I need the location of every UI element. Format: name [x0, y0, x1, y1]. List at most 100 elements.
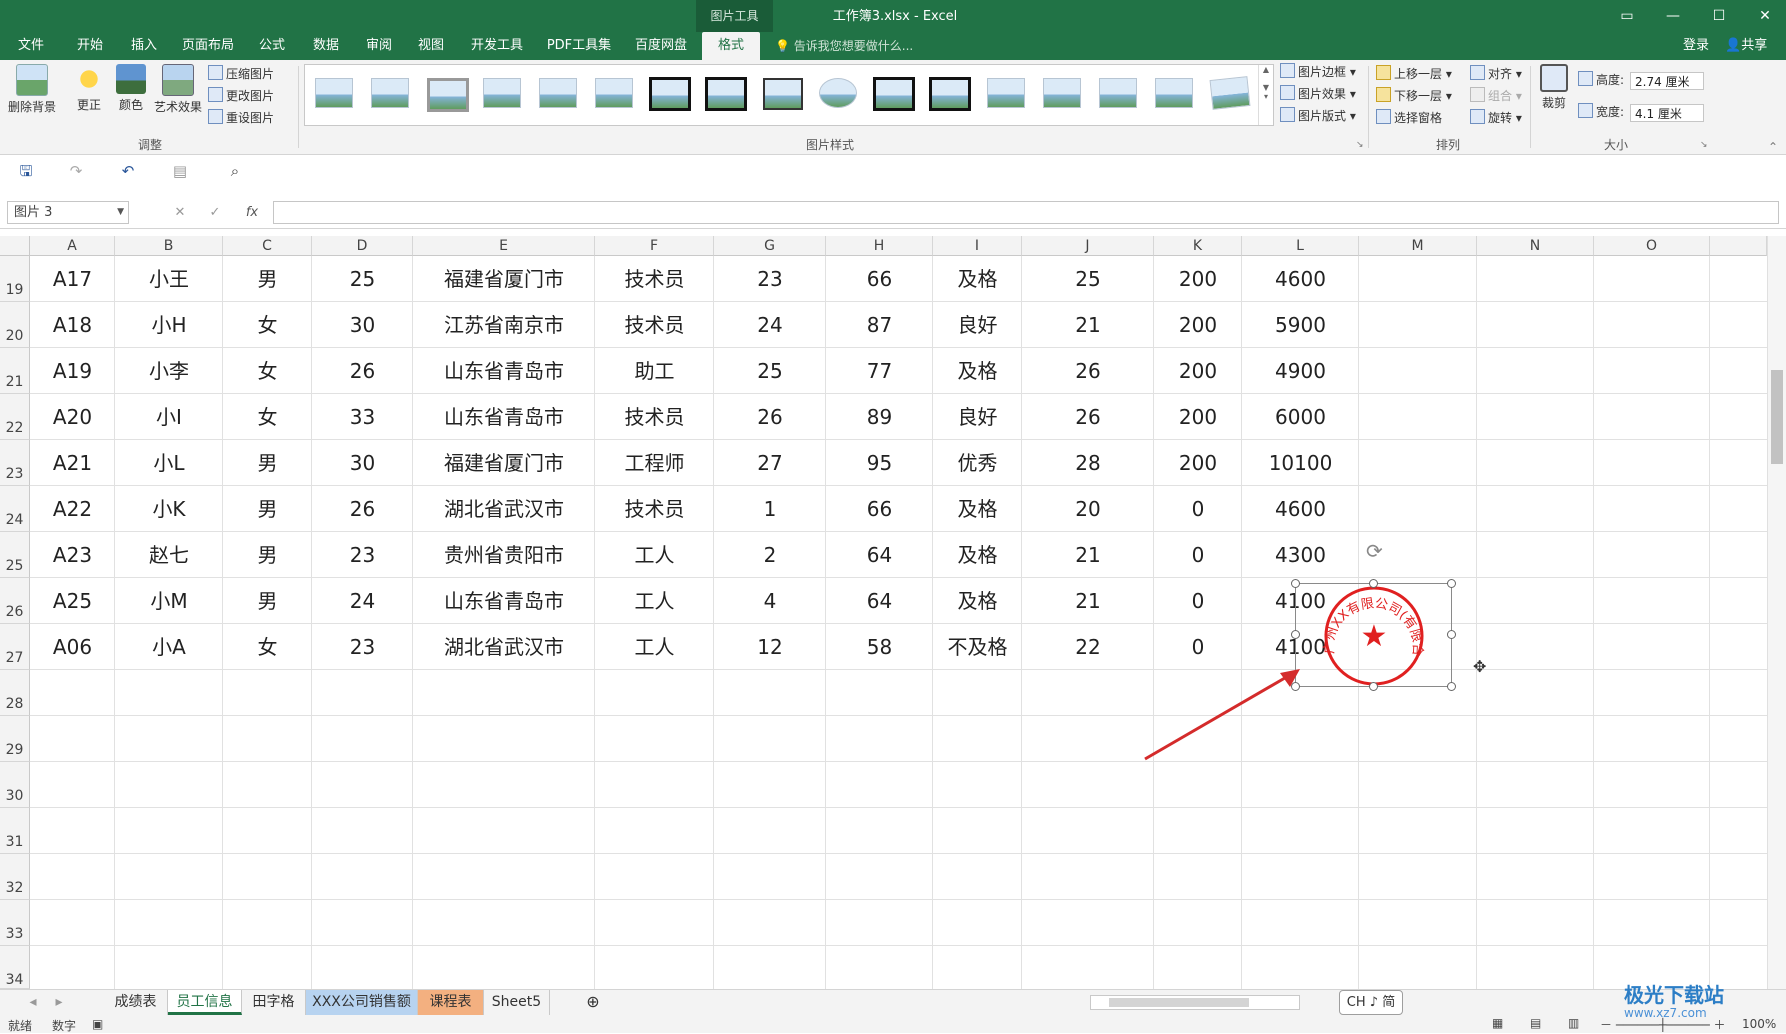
redo-icon[interactable]: ↷	[66, 161, 86, 181]
column-header-m[interactable]: M	[1359, 236, 1477, 256]
picture-style-11[interactable]	[871, 74, 915, 112]
cell-a-23[interactable]: A21	[30, 440, 115, 486]
cell-l-20[interactable]: 5900	[1242, 302, 1359, 348]
cell-f-26[interactable]: 工人	[595, 578, 714, 624]
resize-handle-right[interactable]	[1447, 630, 1456, 639]
cell-d-23[interactable]: 30	[312, 440, 413, 486]
horizontal-scroll-thumb[interactable]	[1109, 998, 1249, 1007]
cell-a-21[interactable]: A19	[30, 348, 115, 394]
picture-style-5[interactable]	[535, 74, 579, 112]
cell-j-25[interactable]: 21	[1022, 532, 1154, 578]
sheet-tab-schedule[interactable]: 课程表	[418, 990, 484, 1015]
cell-e-23[interactable]: 福建省厦门市	[413, 440, 595, 486]
resize-handle-left[interactable]	[1291, 630, 1300, 639]
cell-c-19[interactable]: 男	[223, 256, 312, 302]
cell-a-22[interactable]: A20	[30, 394, 115, 440]
column-header-o[interactable]: O	[1594, 236, 1710, 256]
cell-a-26[interactable]: A25	[30, 578, 115, 624]
row-header[interactable]: 20	[0, 302, 30, 348]
resize-handle-top-right[interactable]	[1447, 579, 1456, 588]
cell-g-21[interactable]: 25	[714, 348, 826, 394]
column-header-k[interactable]: K	[1154, 236, 1242, 256]
tab-review[interactable]: 审阅	[359, 32, 399, 60]
page-break-view-icon[interactable]: ▥	[1568, 1016, 1579, 1030]
cell-i-23[interactable]: 优秀	[933, 440, 1022, 486]
gallery-scroll[interactable]: ▲ ▼ ▾	[1258, 65, 1273, 125]
picture-style-12[interactable]	[927, 74, 971, 112]
cell-e-27[interactable]: 湖北省武汉市	[413, 624, 595, 670]
cell-g-20[interactable]: 24	[714, 302, 826, 348]
cell-c-27[interactable]: 女	[223, 624, 312, 670]
tab-developer[interactable]: 开发工具	[465, 32, 529, 60]
sheet-tab-employee-info[interactable]: 员工信息	[168, 990, 242, 1015]
insert-function-button[interactable]: fx	[240, 201, 264, 224]
cell-h-26[interactable]: 64	[826, 578, 933, 624]
picture-style-6[interactable]	[591, 74, 635, 112]
picture-style-9[interactable]	[759, 74, 803, 112]
tab-pdf-tools[interactable]: PDF工具集	[544, 32, 614, 60]
formula-input[interactable]	[273, 201, 1779, 224]
cell-c-21[interactable]: 女	[223, 348, 312, 394]
row-header[interactable]: 24	[0, 486, 30, 532]
cell-c-25[interactable]: 男	[223, 532, 312, 578]
ime-indicator[interactable]: CH ♪ 简	[1339, 990, 1403, 1015]
zoom-preview-icon[interactable]: ⌕	[225, 161, 245, 181]
collapse-ribbon-icon[interactable]: ⌃	[1768, 140, 1778, 154]
page-layout-view-icon[interactable]: ▤	[1530, 1016, 1541, 1030]
save-icon[interactable]: 🖫	[16, 161, 36, 181]
cell-i-19[interactable]: 及格	[933, 256, 1022, 302]
scroll-left-icon[interactable]: ◂	[22, 990, 44, 1015]
cell-i-26[interactable]: 及格	[933, 578, 1022, 624]
select-all-corner[interactable]	[0, 236, 30, 256]
cell-d-22[interactable]: 33	[312, 394, 413, 440]
cell-l-23[interactable]: 10100	[1242, 440, 1359, 486]
cell-k-21[interactable]: 200	[1154, 348, 1242, 394]
cell-e-25[interactable]: 贵州省贵阳市	[413, 532, 595, 578]
cell-b-26[interactable]: 小M	[115, 578, 223, 624]
cell-c-24[interactable]: 男	[223, 486, 312, 532]
crop-button[interactable]: 裁剪	[1536, 64, 1572, 111]
cell-h-20[interactable]: 87	[826, 302, 933, 348]
cell-h-23[interactable]: 95	[826, 440, 933, 486]
cell-j-23[interactable]: 28	[1022, 440, 1154, 486]
column-header-l[interactable]: L	[1242, 236, 1359, 256]
tab-page-layout[interactable]: 页面布局	[178, 32, 238, 60]
row-header[interactable]: 34	[0, 946, 30, 989]
cell-a-19[interactable]: A17	[30, 256, 115, 302]
row-header[interactable]: 23	[0, 440, 30, 486]
send-backward-button[interactable]: 下移一层 ▾	[1376, 86, 1452, 106]
cancel-icon[interactable]: ✕	[170, 201, 190, 224]
dialog-launcher-icon[interactable]: ↘	[1356, 140, 1364, 150]
cell-d-21[interactable]: 26	[312, 348, 413, 394]
cell-g-27[interactable]: 12	[714, 624, 826, 670]
cell-f-24[interactable]: 技术员	[595, 486, 714, 532]
cell-h-19[interactable]: 66	[826, 256, 933, 302]
selected-picture-frame[interactable]: 广州XX有限公司(有限合伙) ★	[1289, 573, 1452, 687]
bring-forward-button[interactable]: 上移一层 ▾	[1376, 64, 1452, 84]
reset-picture-button[interactable]: 重设图片	[208, 108, 274, 128]
minimize-button[interactable]: —	[1650, 0, 1696, 32]
row-header[interactable]: 22	[0, 394, 30, 440]
cell-g-19[interactable]: 23	[714, 256, 826, 302]
cell-c-23[interactable]: 男	[223, 440, 312, 486]
picture-border-button[interactable]: 图片边框 ▾	[1280, 62, 1356, 82]
cell-b-23[interactable]: 小L	[115, 440, 223, 486]
cell-e-20[interactable]: 江苏省南京市	[413, 302, 595, 348]
cell-j-20[interactable]: 21	[1022, 302, 1154, 348]
cell-k-25[interactable]: 0	[1154, 532, 1242, 578]
picture-style-16[interactable]	[1151, 74, 1195, 112]
close-button[interactable]: ✕	[1742, 0, 1786, 32]
picture-effects-button[interactable]: 图片效果 ▾	[1280, 84, 1356, 104]
cell-i-22[interactable]: 良好	[933, 394, 1022, 440]
cell-f-23[interactable]: 工程师	[595, 440, 714, 486]
zoom-level[interactable]: 100%	[1742, 1017, 1776, 1031]
tab-baidu-netdisk[interactable]: 百度网盘	[630, 32, 692, 60]
cell-g-26[interactable]: 4	[714, 578, 826, 624]
cell-l-21[interactable]: 4900	[1242, 348, 1359, 394]
vertical-scroll-thumb[interactable]	[1771, 370, 1783, 464]
column-header-g[interactable]: G	[714, 236, 826, 256]
column-header-partial[interactable]	[1710, 236, 1767, 256]
tab-format[interactable]: 格式	[702, 32, 760, 60]
row-header[interactable]: 28	[0, 670, 30, 716]
cell-k-19[interactable]: 200	[1154, 256, 1242, 302]
